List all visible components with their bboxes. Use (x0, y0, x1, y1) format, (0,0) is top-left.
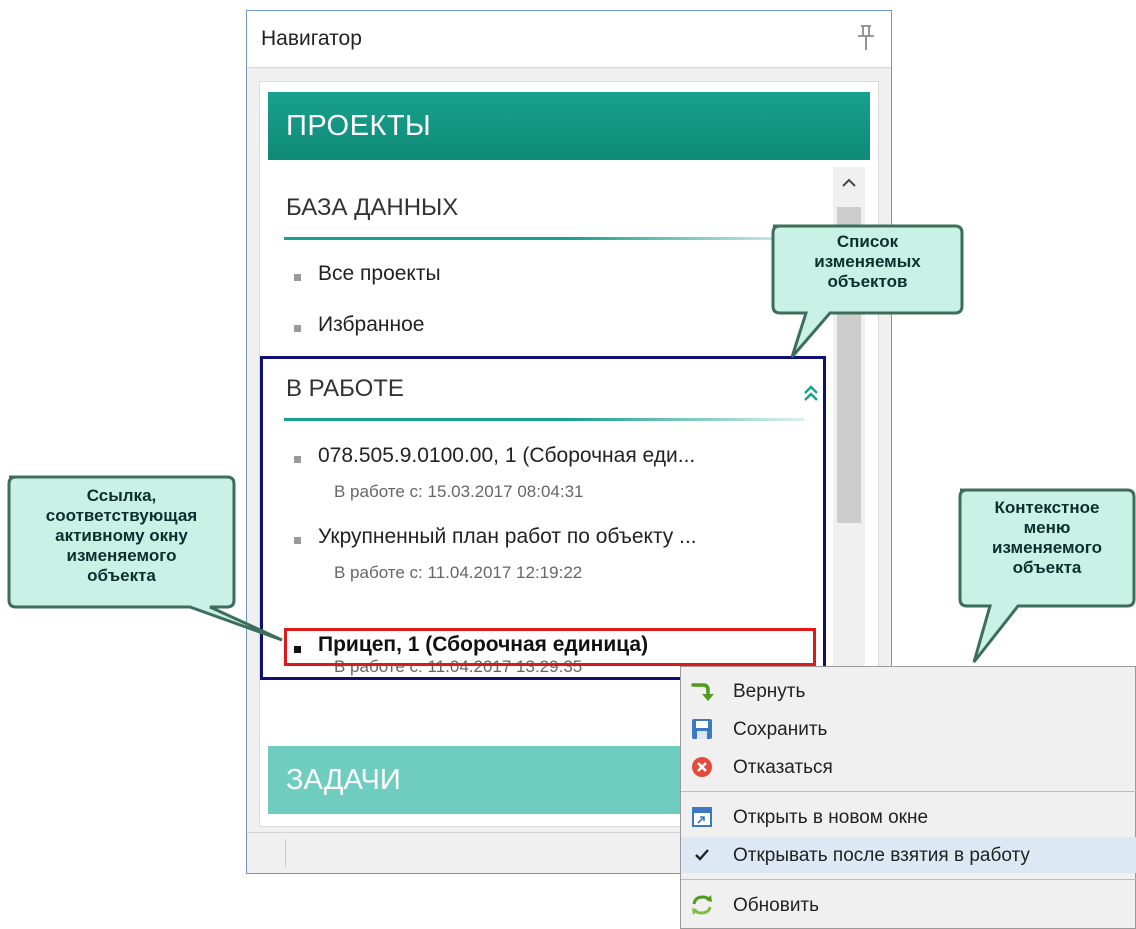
callout-line: меню (1023, 518, 1071, 537)
callout-line: объекта (87, 566, 156, 585)
tasks-header-label: ЗАДАЧИ (286, 764, 401, 796)
pin-icon[interactable] (853, 23, 879, 53)
menu-item-label: Вернуть (733, 681, 806, 702)
new-window-icon (692, 807, 712, 827)
callout-line: изменяемого (992, 538, 1102, 557)
callout-line: Список (836, 232, 899, 251)
navigator-title: Навигатор (261, 27, 362, 50)
active-link-highlight-frame (284, 628, 816, 666)
database-item-favorites[interactable]: Избранное (318, 313, 424, 337)
database-item-all-projects[interactable]: Все проекты (318, 262, 441, 286)
callout-link-text: Ссылка, соответствующая активному окну и… (10, 486, 233, 586)
menu-item-label: Открывать после взятия в работу (733, 845, 1030, 866)
database-section-title: БАЗА ДАННЫХ (286, 194, 459, 221)
callout-line: изменяемых (814, 252, 921, 271)
menu-item-save[interactable]: Сохранить (681, 711, 1136, 747)
save-icon (692, 719, 712, 739)
status-separator (285, 839, 286, 867)
cancel-icon (692, 757, 712, 777)
callout-menu-text: Контекстное меню изменяемого объекта (961, 498, 1133, 578)
projects-header-label: ПРОЕКТЫ (286, 110, 432, 142)
callout-line: Контекстное (994, 498, 1100, 517)
callout-line: изменяемого (66, 546, 177, 565)
menu-separator (681, 791, 1136, 792)
return-arrow-icon (691, 683, 714, 701)
callout-line: активному окну (55, 526, 188, 545)
callout-line: Ссылка, (86, 486, 157, 505)
bullet (294, 325, 301, 332)
projects-header[interactable]: ПРОЕКТЫ (268, 92, 870, 160)
callout-line: объекта (1012, 558, 1082, 577)
menu-item-label: Обновить (733, 895, 820, 916)
menu-item-cancel[interactable]: Отказаться (681, 749, 1136, 785)
bullet (294, 274, 301, 281)
menu-item-refresh[interactable]: Обновить (681, 887, 1136, 923)
navigator-titlebar: Навигатор (247, 11, 891, 68)
callout-line: соответствующая (45, 506, 198, 525)
menu-item-label: Открыть в новом окне (733, 807, 929, 828)
scroll-up-icon[interactable] (833, 167, 865, 199)
database-underline (284, 237, 804, 240)
menu-item-open-new-window[interactable]: Открыть в новом окне (681, 799, 1136, 835)
menu-item-label: Отказаться (733, 757, 833, 778)
checkmark-icon (695, 849, 709, 861)
context-menu: Вернуть Сохранить Отказаться Открыть в н… (680, 666, 1136, 929)
refresh-icon (692, 895, 712, 915)
callout-line: объектов (827, 272, 908, 291)
menu-item-open-after-taking[interactable]: Открывать после взятия в работу (681, 837, 1136, 873)
menu-separator (681, 879, 1136, 880)
callout-list-text: Список изменяемых объектов (774, 232, 961, 292)
menu-item-return[interactable]: Вернуть (681, 673, 1136, 709)
menu-item-label: Сохранить (733, 719, 828, 740)
